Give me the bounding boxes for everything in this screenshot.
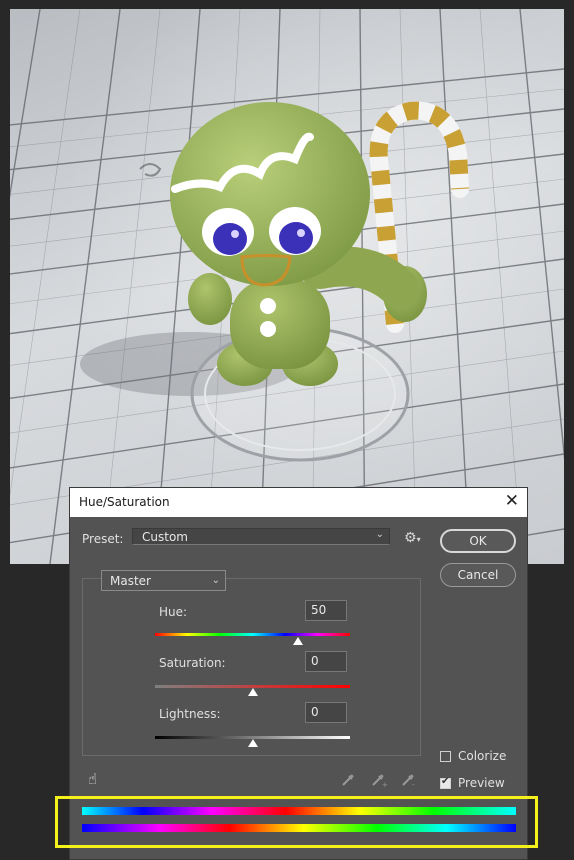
chevron-down-icon: ⌄ (375, 529, 384, 540)
output-color-bar (82, 824, 516, 832)
saturation-slider-thumb[interactable] (247, 688, 258, 696)
lightness-label: Lightness: (159, 707, 221, 721)
channel-dropdown[interactable]: Master ⌄ (101, 570, 226, 591)
hue-label: Hue: (159, 605, 188, 619)
hand-target-icon[interactable]: ☝ (88, 770, 97, 788)
colorize-checkbox[interactable] (440, 751, 451, 762)
preset-dropdown[interactable]: Custom ⌄ (132, 528, 390, 545)
checkmark-icon: ✔ (441, 776, 450, 787)
hue-slider-thumb[interactable] (292, 637, 303, 645)
preview-checkbox[interactable]: ✔ (440, 776, 451, 789)
saturation-label: Saturation: (159, 656, 226, 670)
gear-icon[interactable]: ⚙▾ (404, 530, 421, 546)
close-icon[interactable]: ✕ (505, 491, 519, 511)
ok-button[interactable]: OK (440, 529, 516, 553)
highlight-frame (55, 796, 538, 848)
dialog-titlebar[interactable]: Hue/Saturation ✕ (70, 488, 527, 517)
dialog-title: Hue/Saturation (79, 495, 170, 509)
document-canvas[interactable] (10, 9, 564, 564)
saturation-input[interactable]: 0 (305, 651, 347, 672)
hue-input[interactable]: 50 (305, 600, 347, 621)
colorize-label: Colorize (458, 749, 507, 763)
channel-value: Master (110, 574, 151, 588)
lightness-input[interactable]: 0 (305, 702, 347, 723)
hue-slider-track[interactable] (155, 633, 350, 636)
adjustment-panel (82, 578, 421, 756)
cancel-button[interactable]: Cancel (440, 563, 516, 587)
eyedropper-minus-icon[interactable]: - (400, 772, 418, 788)
preset-label: Preset: (82, 532, 124, 546)
cutting-mat-photo (10, 9, 564, 564)
lightness-slider-thumb[interactable] (247, 739, 258, 747)
preset-value: Custom (142, 530, 188, 544)
svg-text:-: - (412, 781, 415, 788)
eyedropper-plus-icon[interactable]: + (370, 772, 388, 788)
input-color-bar (82, 807, 516, 815)
svg-text:+: + (382, 781, 388, 788)
chevron-down-icon: ⌄ (211, 575, 220, 586)
preview-label: Preview (458, 776, 505, 790)
eyedropper-icon[interactable] (340, 772, 356, 788)
